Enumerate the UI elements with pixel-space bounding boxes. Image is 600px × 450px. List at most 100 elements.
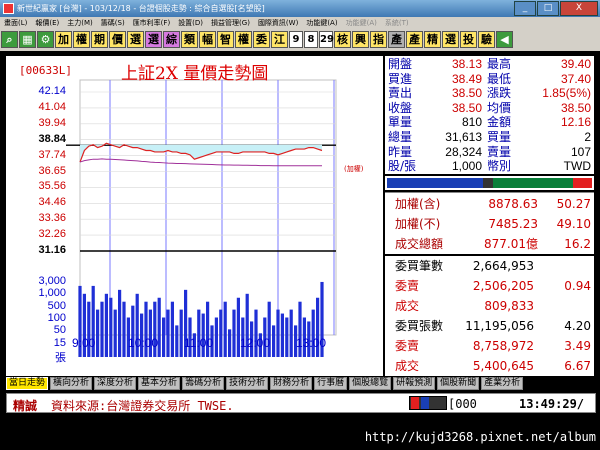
- y-axis-label: 41.04: [38, 100, 66, 113]
- toolbar-button[interactable]: 江: [271, 31, 288, 48]
- quote-row: 單量 810 金額 12.16: [385, 115, 594, 129]
- tab-3[interactable]: 深度分析: [94, 377, 137, 390]
- toolbar-button[interactable]: 委: [253, 31, 270, 48]
- volume-bar: [223, 301, 227, 357]
- toolbar-button[interactable]: 幅: [199, 31, 216, 48]
- stock-input[interactable]: [000: [448, 397, 477, 411]
- quote-value: 810: [461, 115, 482, 130]
- toolbar-button[interactable]: 選: [442, 31, 459, 48]
- order-value: 5,400,645: [472, 359, 534, 373]
- volume-axis-label: 50: [53, 324, 66, 337]
- quote-value: 1,000: [451, 159, 482, 174]
- menu-item[interactable]: 國際資訊(W): [254, 17, 302, 29]
- menu-item[interactable]: 畫面(L): [0, 17, 31, 29]
- watermark: http://kujd3268.pixnet.net/album: [364, 430, 596, 444]
- quote-value: 38.50: [560, 100, 591, 115]
- toolbar-button[interactable]: 29: [319, 31, 334, 48]
- toolbar-button[interactable]: 智: [217, 31, 234, 48]
- close-button[interactable]: X: [560, 1, 598, 16]
- maximize-button[interactable]: □: [537, 1, 559, 16]
- volume-bar: [179, 309, 183, 357]
- toolbar-button[interactable]: 權: [235, 31, 252, 48]
- quote-label: 賣量: [487, 144, 512, 159]
- volume-bar: [276, 309, 280, 357]
- menu-item[interactable]: 損益管理(G): [207, 17, 254, 29]
- x-axis-label: 9:00: [72, 336, 96, 350]
- volume-bar: [113, 309, 117, 357]
- toolbar-button[interactable]: 權: [73, 31, 90, 48]
- menu-item[interactable]: 功能鍵(A): [302, 17, 341, 29]
- volume-axis-label: 500: [47, 299, 66, 312]
- tab-10[interactable]: 研報預測: [393, 377, 436, 390]
- analysis-tab-bar: 當日走勢 橫向分析 深度分析 基本分析 籌碼分析 技術分析 財務分析 行事曆 個股總覽 研報預測個…: [6, 377, 540, 390]
- toolbar-button[interactable]: 產: [388, 31, 405, 48]
- order-ratio: 3.49: [564, 339, 591, 353]
- quote-label: 金額: [487, 115, 512, 130]
- menu-item[interactable]: 報價(E): [31, 17, 63, 29]
- menu-item[interactable]: 匯市利率(F): [129, 17, 175, 29]
- menu-item[interactable]: 設置(D): [174, 17, 207, 29]
- tab-1[interactable]: 當日走勢: [6, 377, 49, 390]
- toolbar-button[interactable]: 綜: [163, 31, 180, 48]
- volume-bar: [280, 313, 284, 357]
- tab-12[interactable]: 產業分析: [481, 377, 524, 390]
- order-volume-panel: 委買筆數 2,664,953 委賣 2,506,205 0.94 成交 809,833 委買張…: [385, 256, 594, 376]
- toolbar-button[interactable]: 類: [181, 31, 198, 48]
- toolbar-button[interactable]: 核: [334, 31, 351, 48]
- tab-6[interactable]: 技術分析: [226, 377, 269, 390]
- x-axis-label: 10:00: [128, 336, 159, 350]
- volume-bar: [122, 301, 126, 357]
- menu-item[interactable]: 主力(M): [63, 17, 97, 29]
- index-value: 7485.23: [488, 217, 538, 231]
- toolbar-button[interactable]: 選: [127, 31, 144, 48]
- quote-value: 38.49: [451, 71, 482, 86]
- volume-bar: [118, 289, 122, 357]
- toolbar-button[interactable]: 產: [406, 31, 423, 48]
- tab-8[interactable]: 行事曆: [314, 377, 348, 390]
- x-axis-label: 12:00: [240, 336, 271, 350]
- bid-ask-bar-green: [493, 178, 573, 188]
- quote-value: 28,324: [445, 144, 482, 159]
- tab-4[interactable]: 基本分析: [138, 377, 181, 390]
- quote-label: 均價: [487, 100, 512, 115]
- order-label: 委賣: [395, 339, 420, 353]
- bid-ask-bar-red: [573, 178, 592, 188]
- tab-7[interactable]: 財務分析: [270, 377, 313, 390]
- index-value: 877.01億: [484, 237, 538, 251]
- quote-row: 收盤 38.50 均價 38.50: [385, 101, 594, 115]
- volume-bar: [289, 309, 293, 357]
- toolbar-button[interactable]: 期: [91, 31, 108, 48]
- toolbar-button[interactable]: 驗: [478, 31, 495, 48]
- toolbar-button[interactable]: ◀: [496, 31, 513, 48]
- tab-5[interactable]: 籌碼分析: [182, 377, 225, 390]
- toolbar-button[interactable]: 9: [289, 31, 303, 48]
- quote-value: 31,613: [445, 130, 482, 144]
- tab-11[interactable]: 個股新聞: [437, 377, 480, 390]
- indicator-blue: [421, 397, 429, 409]
- menu-item[interactable]: 功能鍵(A): [342, 17, 381, 29]
- menu-item[interactable]: 籌碼(S): [97, 17, 129, 29]
- menu-item[interactable]: 系統(T): [381, 17, 413, 29]
- toolbar-button[interactable]: ▦: [19, 31, 36, 48]
- y-axis-label: 35.56: [38, 180, 66, 193]
- toolbar-button[interactable]: 加: [55, 31, 72, 48]
- toolbar-button[interactable]: ⌕: [1, 31, 18, 48]
- volume-bar: [104, 293, 108, 357]
- tab-9[interactable]: 個股總覽: [349, 377, 392, 390]
- price-volume-chart: [00633L] 上証2X 量價走勢圖 (加權) 42.14 41.04 39.94…: [6, 56, 383, 376]
- app-icon: [3, 3, 14, 14]
- quote-row: 昨量 28,324 賣量 107: [385, 145, 594, 159]
- toolbar-button[interactable]: 選: [145, 31, 162, 48]
- y-axis-label: 38.84: [38, 132, 66, 145]
- toolbar-button[interactable]: 價: [109, 31, 126, 48]
- toolbar-button[interactable]: 指: [370, 31, 387, 48]
- toolbar-button[interactable]: ⚙: [37, 31, 54, 48]
- tab-2[interactable]: 橫向分析: [50, 377, 93, 390]
- volume-bar: [96, 309, 100, 357]
- volume-bar: [100, 301, 104, 357]
- toolbar-button[interactable]: 投: [460, 31, 477, 48]
- toolbar-button[interactable]: 興: [352, 31, 369, 48]
- toolbar-button[interactable]: 8: [304, 31, 318, 48]
- minimize-button[interactable]: _: [514, 1, 536, 16]
- toolbar-button[interactable]: 精: [424, 31, 441, 48]
